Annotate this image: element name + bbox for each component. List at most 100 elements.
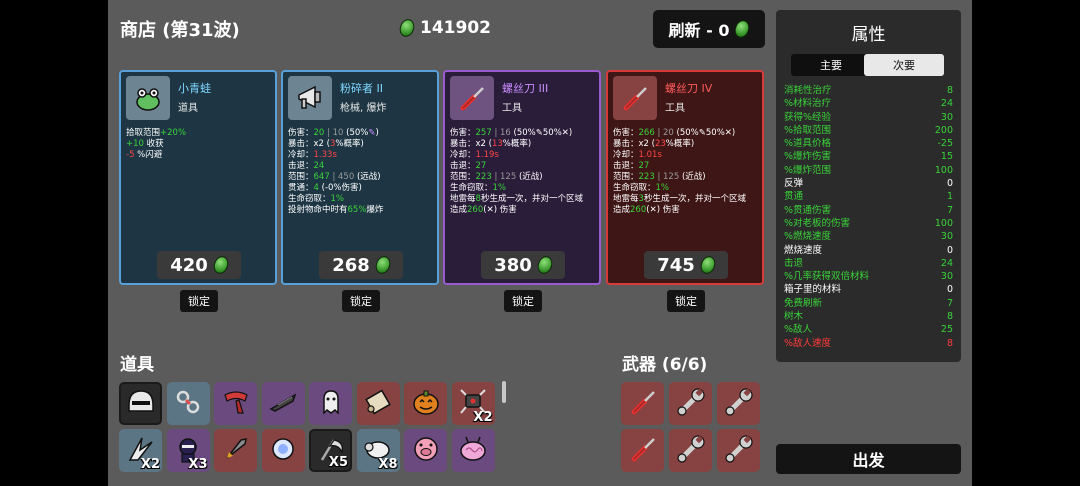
item-slot[interactable] xyxy=(214,429,257,472)
item-slot[interactable]: X2 xyxy=(119,429,162,472)
item-slot[interactable] xyxy=(404,429,447,472)
tab-secondary[interactable]: 次要 xyxy=(864,54,944,76)
item-slot[interactable] xyxy=(166,382,210,425)
stat-value: 0 xyxy=(946,244,953,256)
refresh-label: 刷新 - 0 xyxy=(668,21,730,40)
stat-value: -25 xyxy=(937,138,953,150)
refresh-button[interactable]: 刷新 - 0 xyxy=(653,10,765,48)
item-slot[interactable] xyxy=(261,429,305,472)
stat-line: 击退：27 xyxy=(450,161,487,171)
stat-row: 树木 8 xyxy=(784,310,953,323)
item-slot[interactable] xyxy=(404,382,447,425)
stat-row: 箱子里的材料 0 xyxy=(784,283,953,296)
items-scrollbar[interactable] xyxy=(502,381,506,403)
stat-row: %敌人 25 xyxy=(784,323,953,336)
stat-line: 拾取范围+20% xyxy=(126,128,187,138)
card-name: 螺丝刀 IV xyxy=(665,82,713,95)
stat-value: 25 xyxy=(940,324,953,336)
stat-row: %贯通伤害 7 xyxy=(784,204,953,217)
tab-main[interactable]: 主要 xyxy=(791,54,871,76)
item-slot[interactable] xyxy=(356,382,400,425)
stat-row: %材料治疗 24 xyxy=(784,97,953,110)
stat-label: %敌人 xyxy=(784,324,813,336)
stat-value: 7 xyxy=(946,297,953,309)
item-slot[interactable] xyxy=(214,382,257,425)
weapon-slot[interactable] xyxy=(669,382,712,425)
lock-button[interactable]: 锁定 xyxy=(504,290,542,312)
weapon-slot[interactable] xyxy=(717,382,760,425)
material-gem-icon xyxy=(698,254,718,276)
item-slot[interactable]: X2 xyxy=(451,382,495,425)
weapon-slot[interactable] xyxy=(717,429,760,472)
stat-row: %几率获得双倍材料 30 xyxy=(784,270,953,283)
stat-line: 地雷每8秒生成一次，并对一个区域 xyxy=(450,194,583,204)
stat-value: 8 xyxy=(946,85,953,96)
item-slot[interactable]: X5 xyxy=(309,429,352,472)
card-type: 工具 xyxy=(665,103,685,114)
stat-line: 击退：27 xyxy=(613,161,650,171)
material-gem-icon xyxy=(211,254,231,276)
weapon-slot[interactable] xyxy=(621,382,664,425)
buy-price-button[interactable]: 420 xyxy=(157,251,241,279)
go-button[interactable]: 出发 xyxy=(776,444,961,474)
item-slot[interactable] xyxy=(119,382,162,425)
card-meta: 小青蛙 道具 xyxy=(178,76,211,120)
chain-icon xyxy=(171,385,205,423)
weapon-slot[interactable] xyxy=(669,429,712,472)
stat-label: 贯通 xyxy=(784,191,804,203)
stat-label: %道具价格 xyxy=(784,138,832,150)
price-value: 745 xyxy=(657,254,695,276)
item-slot[interactable]: X3 xyxy=(166,429,210,472)
shop-card[interactable]: 螺丝刀 III 工具伤害：257 | 16 (50%✎50%✕) 暴击：x2 (13… xyxy=(443,70,601,285)
shop-card[interactable]: 粉碎者 II 枪械, 爆炸 伤害：20 | 10 (50%✎) 暴击：x2 (3%概率… xyxy=(281,70,439,285)
wrench-icon xyxy=(674,385,708,423)
frog-icon xyxy=(126,76,170,120)
buy-price-button[interactable]: 268 xyxy=(319,251,403,279)
pig-icon xyxy=(409,432,443,470)
card-name: 小青蛙 xyxy=(178,82,211,95)
stat-line: 伤害：266 | 20 (50%✎50%✕) xyxy=(613,128,736,138)
material-gem-icon xyxy=(397,17,417,39)
material-gem-icon xyxy=(732,18,753,40)
helmet-icon xyxy=(124,385,158,423)
stat-line: 冷却：1.19s xyxy=(450,150,499,160)
stat-line: 暴击：x2 (13%概率) xyxy=(450,139,532,149)
pumpkin-icon xyxy=(409,385,443,423)
shop-card[interactable]: 螺丝刀 IV 工具伤害：266 | 20 (50%✎50%✕) 暴击：x2 (23%… xyxy=(606,70,764,285)
stat-row: %道具价格 -25 xyxy=(784,137,953,150)
card-stats: 伤害：257 | 16 (50%✎50%✕) 暴击：x2 (13%概率) 冷却：1.… xyxy=(450,128,594,216)
stat-row: %敌人速度 8 xyxy=(784,337,953,350)
stat-row: 免费刷新 7 xyxy=(784,297,953,310)
buy-price-button[interactable]: 745 xyxy=(644,251,728,279)
item-slot[interactable]: X8 xyxy=(356,429,400,472)
buy-price-button[interactable]: 380 xyxy=(481,251,565,279)
item-slot[interactable] xyxy=(309,382,352,425)
card-name: 粉碎者 II xyxy=(340,82,383,95)
stat-value: 30 xyxy=(940,271,953,283)
stat-value: 30 xyxy=(940,231,953,243)
material-gem-icon xyxy=(373,254,393,276)
stat-row: 获得%经验 30 xyxy=(784,111,953,124)
stat-value: 0 xyxy=(946,178,953,190)
stat-label: %几率获得双倍材料 xyxy=(784,271,870,283)
stat-value: 7 xyxy=(946,204,953,216)
screwdriver-icon xyxy=(613,76,657,120)
material-gem-icon xyxy=(535,254,555,276)
lock-button[interactable]: 锁定 xyxy=(180,290,218,312)
card-header: 螺丝刀 III 工具 xyxy=(450,76,594,120)
stat-label: 箱子里的材料 xyxy=(784,284,842,296)
card-stats: 伤害：266 | 20 (50%✎50%✕) 暴击：x2 (23%概率) 冷却：1.… xyxy=(613,128,757,216)
lock-button[interactable]: 锁定 xyxy=(342,290,380,312)
item-count: X8 xyxy=(378,457,398,472)
item-slot[interactable] xyxy=(261,382,305,425)
card-type: 道具 xyxy=(178,103,198,114)
stat-value: 100 xyxy=(934,164,953,176)
card-meta: 粉碎者 II 枪械, 爆炸 xyxy=(340,76,386,120)
weapon-slot[interactable] xyxy=(621,429,664,472)
item-slot[interactable] xyxy=(451,429,495,472)
stat-line: 范围：223 | 125 (近战) xyxy=(613,172,706,182)
stat-label: 免费刷新 xyxy=(784,297,823,309)
stat-row: 消耗性治疗 8 xyxy=(784,84,953,97)
lock-button[interactable]: 锁定 xyxy=(667,290,705,312)
shop-card[interactable]: 小青蛙 道具 拾取范围+20% +10 收获 -5 %闪避 420 xyxy=(119,70,277,285)
